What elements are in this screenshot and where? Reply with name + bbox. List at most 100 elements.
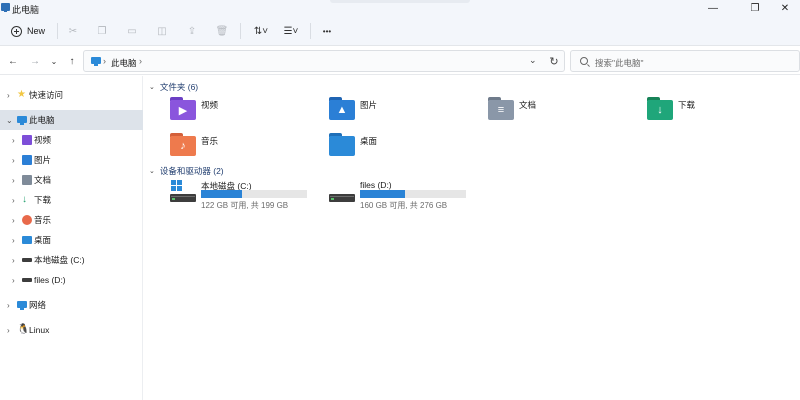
sidebar-item-drive-d[interactable]: › files (D:): [0, 270, 143, 290]
sidebar-item-downloads[interactable]: › ↓ 下载: [0, 190, 143, 210]
chevron-right-icon[interactable]: ›: [7, 326, 10, 335]
sidebar-item-network[interactable]: › 网络: [0, 295, 143, 315]
chevron-right-icon[interactable]: ›: [12, 276, 15, 285]
network-icon: [17, 301, 27, 310]
search-placeholder: 搜索"此电脑": [595, 58, 644, 68]
chevron-right-icon[interactable]: ›: [12, 136, 15, 145]
chevron-right-icon[interactable]: ›: [12, 216, 15, 225]
folder-downloads[interactable]: ↓ 下载: [647, 97, 797, 127]
sidebar-item-label: 音乐: [34, 215, 52, 225]
drive-c[interactable]: 本地磁盘 (C:) 122 GB 可用, 共 199 GB: [170, 175, 320, 211]
pc-icon: [17, 116, 27, 125]
window-title: 此电脑: [12, 5, 40, 15]
chevron-down-icon[interactable]: ⌄: [529, 55, 537, 66]
sidebar-item-drive-c[interactable]: › 本地磁盘 (C:): [0, 250, 143, 270]
chevron-right-icon[interactable]: ›: [139, 56, 142, 66]
sidebar-item-pictures[interactable]: › 图片: [0, 150, 143, 170]
chevron-right-icon[interactable]: ›: [12, 236, 15, 245]
chevron-down-icon[interactable]: ⌄: [149, 83, 155, 91]
chevron-right-icon[interactable]: ›: [12, 156, 15, 165]
up-button[interactable]: ↑: [66, 54, 78, 68]
sort-icon[interactable]: ⇅˅: [251, 24, 271, 38]
sidebar-item-label: 网络: [29, 300, 47, 310]
view-icon[interactable]: ☰˅: [281, 24, 301, 38]
close-button[interactable]: ✕: [770, 0, 800, 16]
paste-icon[interactable]: ▭: [125, 24, 139, 38]
delete-icon[interactable]: 🗑: [215, 24, 229, 38]
folder-documents[interactable]: ≡ 文档: [488, 97, 638, 127]
star-icon: ★: [17, 89, 26, 100]
share-icon[interactable]: ⇪: [185, 24, 199, 38]
search-input[interactable]: 搜索"此电脑": [570, 50, 800, 72]
drive-d[interactable]: files (D:) 160 GB 可用, 共 276 GB: [329, 175, 479, 211]
sidebar-item-documents[interactable]: › 文档: [0, 170, 143, 190]
rename-icon[interactable]: ◫: [155, 24, 169, 38]
drive-icon: [22, 278, 32, 282]
chevron-right-icon[interactable]: ›: [12, 176, 15, 185]
divider: [240, 23, 241, 39]
downloads-folder-icon: ↓: [22, 194, 27, 205]
command-bar: New ✂ ❐ ▭ ◫ ⇪ 🗑 ⇅˅ ☰˅ •••: [0, 16, 800, 46]
breadcrumb-this-pc[interactable]: 此电脑: [111, 57, 137, 69]
group-header-folders[interactable]: ⌄ 文件夹 (6): [149, 81, 198, 93]
downloads-folder-icon: ↓: [647, 97, 673, 121]
back-button[interactable]: ←: [7, 54, 19, 68]
folder-pictures[interactable]: ▲ 图片: [329, 97, 479, 127]
folder-music[interactable]: ♪ 音乐: [170, 133, 320, 163]
maximize-button[interactable]: ❐: [740, 0, 770, 16]
divider: [310, 23, 311, 39]
new-button[interactable]: New: [11, 23, 45, 39]
chevron-right-icon[interactable]: ›: [7, 91, 10, 100]
content-pane: ⌄ 文件夹 (6) ▶ 视频 ▲ 图片 ≡ 文档 ↓ 下载 ♪ 音乐 桌面 ⌄ …: [144, 76, 800, 400]
sidebar-item-quick-access[interactable]: › ★ 快速访问: [0, 85, 143, 105]
drive-name: files (D:): [360, 180, 392, 190]
video-folder-icon: [22, 135, 32, 145]
chevron-down-icon[interactable]: ⌄: [149, 167, 155, 175]
pc-icon: [91, 57, 101, 66]
sidebar-item-label: Linux: [29, 325, 50, 335]
sidebar-item-label: files (D:): [34, 275, 66, 285]
plus-icon: [11, 25, 22, 37]
sidebar-item-label: 本地磁盘 (C:): [34, 255, 85, 265]
sidebar-item-videos[interactable]: › 视频: [0, 130, 143, 150]
search-icon: [580, 57, 588, 65]
drive-icon: [22, 258, 32, 262]
new-label: New: [27, 26, 46, 36]
drive-usage-bar: [201, 190, 307, 198]
sidebar-item-label: 视频: [34, 135, 52, 145]
chevron-right-icon[interactable]: ›: [12, 196, 15, 205]
sidebar-item-label: 快速访问: [29, 90, 64, 100]
drive-icon: [329, 180, 355, 206]
group-title: 文件夹 (6): [159, 82, 199, 92]
cut-icon[interactable]: ✂: [66, 24, 80, 38]
sidebar-item-music[interactable]: › 音乐: [0, 210, 143, 230]
sidebar-item-linux[interactable]: › 🐧 Linux: [0, 320, 143, 340]
folder-label: 音乐: [201, 136, 219, 146]
sidebar-item-desktop[interactable]: › 桌面: [0, 230, 143, 250]
drive-icon: [170, 180, 196, 206]
sidebar-item-this-pc[interactable]: ⌄ 此电脑: [0, 110, 143, 130]
folder-label: 图片: [360, 100, 378, 110]
sidebar-item-label: 文档: [34, 175, 52, 185]
forward-button[interactable]: →: [29, 54, 41, 68]
refresh-button[interactable]: ↻: [548, 54, 560, 68]
chevron-right-icon[interactable]: ›: [103, 56, 106, 66]
sidebar-item-label: 下载: [34, 195, 52, 205]
linux-penguin-icon: 🐧: [17, 324, 30, 335]
desktop-folder-icon: [22, 236, 32, 244]
title-drag-region[interactable]: [330, 0, 470, 3]
folder-videos[interactable]: ▶ 视频: [170, 97, 320, 127]
chevron-right-icon[interactable]: ›: [7, 301, 10, 310]
documents-folder-icon: ≡: [488, 97, 514, 121]
pc-icon: [1, 3, 10, 12]
chevron-down-icon[interactable]: ⌄: [6, 116, 13, 125]
minimize-button[interactable]: —: [698, 0, 728, 16]
drive-usage-bar: [360, 190, 466, 198]
more-options-button[interactable]: •••: [319, 24, 335, 38]
copy-icon[interactable]: ❐: [95, 24, 109, 38]
recent-locations-button[interactable]: ⌄: [48, 54, 60, 68]
desktop-folder-icon: [329, 133, 355, 157]
chevron-right-icon[interactable]: ›: [12, 256, 15, 265]
address-bar[interactable]: › 此电脑 › ⌄: [83, 50, 565, 72]
folder-desktop[interactable]: 桌面: [329, 133, 479, 163]
